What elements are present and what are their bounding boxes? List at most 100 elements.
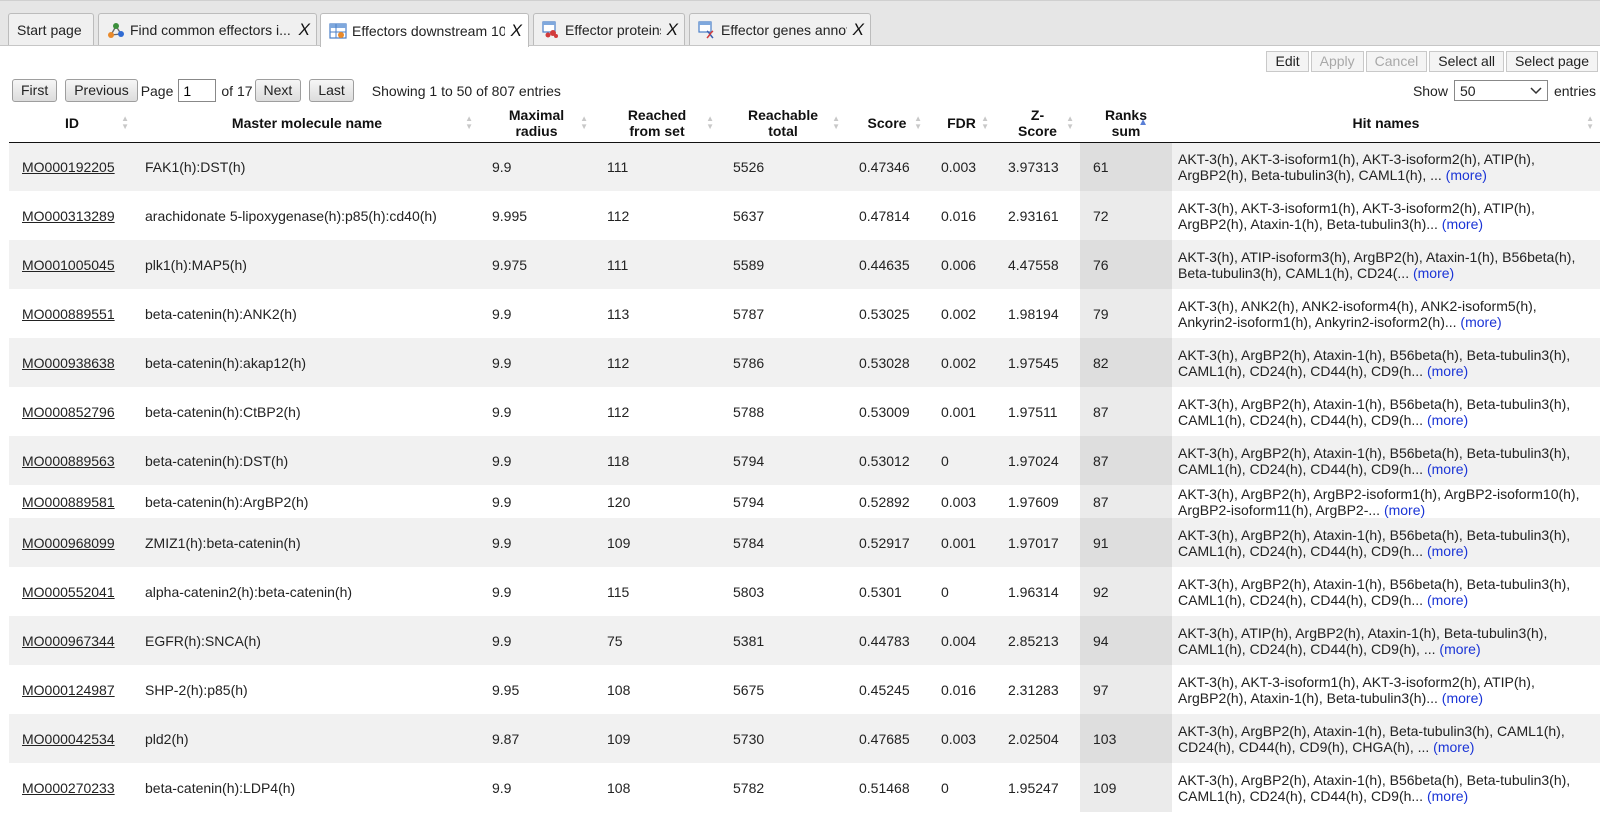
column-header-id[interactable]: ID ▲ ▼ (9, 104, 135, 143)
more-link[interactable]: (more) (1433, 739, 1474, 755)
select-page-button[interactable]: Select page (1506, 51, 1598, 72)
table-row[interactable]: MO000852796 beta-catenin(h):CtBP2(h) 9.9 11… (9, 387, 1600, 436)
molecule-id-link[interactable]: MO000270233 (22, 780, 115, 796)
molecule-id-link[interactable]: MO000852796 (22, 404, 115, 420)
cell-zscore: 1.97017 (995, 518, 1080, 567)
molecule-id-link[interactable]: MO000968099 (22, 535, 115, 551)
table-row[interactable]: MO000967344 EGFR(h):SNCA(h) 9.9 75 5381 0.447… (9, 616, 1600, 665)
column-header-score[interactable]: Score ▲ ▼ (846, 104, 928, 143)
tab-effectors-downstream[interactable]: Effectors downstream 10 X (320, 13, 529, 47)
page-size-select[interactable]: 50 (1453, 80, 1548, 101)
cell-score: 0.47685 (846, 714, 928, 763)
tab-effector-genes-annot[interactable]: Effector genes annot X (689, 13, 871, 45)
column-header-reached[interactable]: Reached from set ▲ ▼ (594, 104, 720, 143)
cell-radius: 9.87 (479, 714, 594, 763)
sort-icon: ▲ ▼ (706, 113, 714, 131)
more-link[interactable]: (more) (1460, 314, 1501, 330)
cell-zscore: 1.97609 (995, 485, 1080, 518)
molecule-id-link[interactable]: MO000889581 (22, 494, 115, 510)
molecule-id-link[interactable]: MO001005045 (22, 257, 115, 273)
sort-icon: ▲ ▼ (1586, 113, 1594, 131)
sort-icon: ▲ ▼ (580, 113, 588, 131)
table-row[interactable]: MO000889563 beta-catenin(h):DST(h) 9.9 118 5… (9, 436, 1600, 485)
molecule-id-link[interactable]: MO000967344 (22, 633, 115, 649)
table-row[interactable]: MO000124987 SHP-2(h):p85(h) 9.95 108 5675 0.4… (9, 665, 1600, 714)
tab-find-common-effectors[interactable]: Find common effectors i... X (98, 13, 317, 45)
cell-total: 5782 (720, 763, 846, 812)
tab-effector-proteins[interactable]: Effector proteins X (533, 13, 685, 45)
column-header-radius[interactable]: Maximal radius ▲ ▼ (479, 104, 594, 143)
table-row[interactable]: MO000270233 beta-catenin(h):LDP4(h) 9.9 108… (9, 763, 1600, 812)
table-row[interactable]: MO000042534 pld2(h) 9.87 109 5730 0.47685 0.00… (9, 714, 1600, 763)
cell-reached: 108 (594, 763, 720, 812)
more-link[interactable]: (more) (1427, 412, 1468, 428)
column-header-name[interactable]: Master molecule name ▲ ▼ (135, 104, 479, 143)
cell-id: MO000968099 (9, 518, 135, 567)
cell-hits: AKT-3(h), AKT-3-isoform1(h), AKT-3-isofo… (1172, 665, 1600, 714)
table-row[interactable]: MO000192205 FAK1(h):DST(h) 9.9 111 5526 0.473… (9, 142, 1600, 191)
table-row[interactable]: MO000889551 beta-catenin(h):ANK2(h) 9.9 113… (9, 289, 1600, 338)
hit-names-text: AKT-3(h), ArgBP2(h), Ataxin-1(h), B56bet… (1178, 346, 1571, 379)
table-row[interactable]: MO001005045 plk1(h):MAP5(h) 9.975 111 5589 0.… (9, 240, 1600, 289)
table-row[interactable]: MO000313289 arachidonate 5-lipoxygenase(h… (9, 191, 1600, 240)
more-link[interactable]: (more) (1442, 216, 1483, 232)
close-icon[interactable]: X (511, 21, 522, 41)
cell-zscore: 2.85213 (995, 616, 1080, 665)
molecule-id-link[interactable]: MO000889551 (22, 306, 115, 322)
molecule-id-link[interactable]: MO000042534 (22, 731, 115, 747)
more-link[interactable]: (more) (1439, 641, 1480, 657)
column-header-ranks[interactable]: Ranks sum ▲ (1080, 104, 1172, 143)
column-header-zscore[interactable]: Z-Score ▲ ▼ (995, 104, 1080, 143)
tab-start-page[interactable]: Start page (8, 13, 94, 45)
molecule-id-link[interactable]: MO000124987 (22, 682, 115, 698)
table-row[interactable]: MO000552041 alpha-catenin2(h):beta-cateni… (9, 567, 1600, 616)
column-header-hits[interactable]: Hit names ▲ ▼ (1172, 104, 1600, 143)
cell-id: MO000192205 (9, 142, 135, 191)
close-icon[interactable]: X (853, 20, 864, 40)
molecule-id-link[interactable]: MO000552041 (22, 584, 115, 600)
column-header-total[interactable]: Reachable total ▲ ▼ (720, 104, 846, 143)
cell-fdr: 0 (928, 436, 995, 485)
cell-score: 0.44783 (846, 616, 928, 665)
first-page-button[interactable]: First (12, 79, 58, 102)
molecule-id-link[interactable]: MO000938638 (22, 355, 115, 371)
column-header-label: Master molecule name (231, 114, 383, 131)
more-link[interactable]: (more) (1427, 461, 1468, 477)
cell-radius: 9.9 (479, 142, 594, 191)
select-all-button[interactable]: Select all (1429, 51, 1505, 72)
table-row[interactable]: MO000968099 ZMIZ1(h):beta-catenin(h) 9.9 10… (9, 518, 1600, 567)
cell-id: MO000852796 (9, 387, 135, 436)
more-link[interactable]: (more) (1442, 690, 1483, 706)
table-row[interactable]: MO000889581 beta-catenin(h):ArgBP2(h) 9.9 1… (9, 485, 1600, 518)
more-link[interactable]: (more) (1446, 167, 1487, 183)
cell-name: ZMIZ1(h):beta-catenin(h) (135, 518, 479, 567)
next-page-button[interactable]: Next (254, 79, 302, 102)
cell-ranks: 76 (1080, 240, 1172, 289)
hit-names-text: AKT-3(h), ArgBP2(h), ArgBP2-isoform1(h),… (1178, 485, 1580, 518)
cell-zscore: 3.97313 (995, 142, 1080, 191)
close-icon[interactable]: X (299, 20, 310, 40)
more-link[interactable]: (more) (1427, 592, 1468, 608)
close-icon[interactable]: X (667, 20, 678, 40)
page-label: Page (140, 82, 174, 99)
cell-hits: AKT-3(h), AKT-3-isoform1(h), AKT-3-isofo… (1172, 142, 1600, 191)
table-row[interactable]: MO000938638 beta-catenin(h):akap12(h) 9.9 1… (9, 338, 1600, 387)
more-link[interactable]: (more) (1427, 363, 1468, 379)
previous-page-button[interactable]: Previous (65, 79, 138, 102)
more-link[interactable]: (more) (1413, 265, 1454, 281)
last-page-button[interactable]: Last (309, 79, 354, 102)
more-link[interactable]: (more) (1427, 543, 1468, 559)
cell-score: 0.53028 (846, 338, 928, 387)
cell-zscore: 2.02504 (995, 714, 1080, 763)
molecule-id-link[interactable]: MO000889563 (22, 453, 115, 469)
column-header-fdr[interactable]: FDR ▲ ▼ (928, 104, 995, 143)
cell-zscore: 1.97545 (995, 338, 1080, 387)
more-link[interactable]: (more) (1427, 788, 1468, 804)
cell-fdr: 0.002 (928, 338, 995, 387)
more-link[interactable]: (more) (1384, 502, 1425, 518)
edit-button[interactable]: Edit (1266, 51, 1309, 72)
page-number-input[interactable] (178, 79, 217, 102)
molecule-id-link[interactable]: MO000313289 (22, 208, 115, 224)
molecule-id-link[interactable]: MO000192205 (22, 159, 115, 175)
cell-id: MO000889563 (9, 436, 135, 485)
